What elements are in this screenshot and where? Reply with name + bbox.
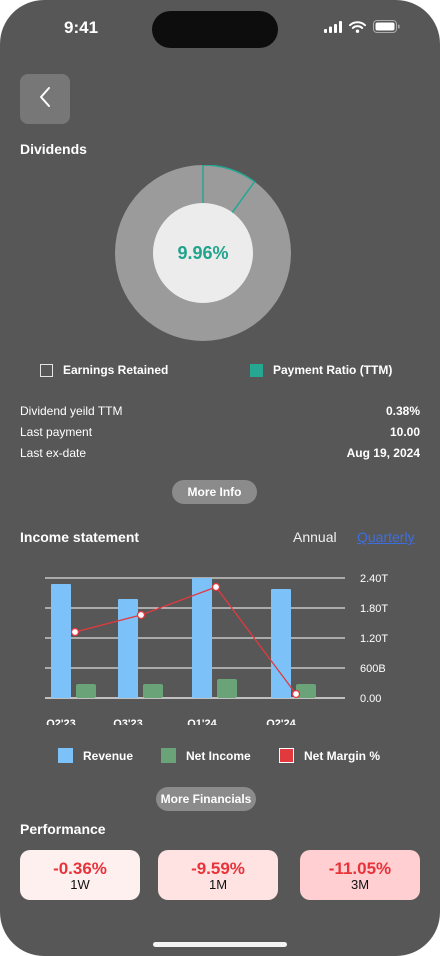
legend-label: Revenue — [83, 748, 134, 763]
net-margin-point — [136, 610, 146, 620]
more-info-button[interactable]: More Info — [172, 480, 257, 504]
chevron-left-icon — [38, 86, 52, 113]
row-label: Dividend yeild TTM — [20, 404, 123, 418]
net-income-bar — [143, 684, 163, 698]
net-margin-swatch — [279, 748, 294, 763]
payment-swatch — [250, 363, 263, 377]
net-income-bar — [76, 684, 96, 698]
income-statement-title: Income statement — [20, 529, 140, 545]
x-tick-label: Q3'23 — [113, 718, 143, 725]
y-tick-label: 600B — [360, 663, 386, 675]
performance-title: Performance — [20, 821, 106, 837]
performance-card-1w[interactable]: -0.36% 1W — [20, 850, 140, 900]
net-income-swatch — [161, 748, 176, 763]
net-income-bar — [217, 679, 237, 698]
revenue-bar — [192, 578, 212, 698]
revenue-bar — [118, 599, 138, 698]
phone-screen: 9:41 Dividends 9.96% Earnings Retained P… — [0, 0, 440, 956]
y-tick-label: 0.00 — [360, 693, 381, 705]
back-button[interactable] — [20, 74, 70, 124]
retained-swatch — [40, 363, 53, 377]
y-tick-label: 2.40T — [360, 573, 388, 585]
status-icons — [324, 20, 400, 38]
performance-card-1m[interactable]: -9.59% 1M — [158, 850, 278, 900]
net-margin-line — [74, 586, 297, 695]
legend-net-income: Net Income — [161, 748, 251, 763]
dividend-donut-chart: 9.96% — [115, 164, 291, 341]
signal-icon — [324, 20, 342, 38]
performance-period: 1M — [208, 876, 228, 892]
x-tick-label: Q1'24 — [187, 718, 217, 725]
legend-earnings-retained: Earnings Retained — [40, 363, 168, 377]
net-margin-point — [291, 689, 301, 699]
performance-period: 3M — [350, 876, 370, 892]
net-margin-point — [211, 582, 221, 592]
more-financials-button[interactable]: More Financials — [156, 787, 256, 811]
row-label: Last ex-date — [20, 446, 87, 460]
last-payment-row: Last payment 10.00 — [20, 425, 420, 439]
y-tick-label: 1.20T — [360, 633, 388, 645]
x-tick-label: Q2'23 — [46, 718, 76, 725]
performance-card-3m[interactable]: -11.05% 3M — [300, 850, 420, 900]
last-ex-date-row: Last ex-date Aug 19, 2024 — [20, 446, 420, 460]
revenue-bar — [51, 584, 71, 698]
performance-change: -0.36% — [53, 858, 107, 878]
wifi-icon — [349, 20, 366, 38]
performance-change: -11.05% — [328, 858, 392, 878]
dynamic-island — [152, 11, 278, 48]
revenue-swatch — [58, 748, 73, 763]
legend-label: Net Margin % — [304, 748, 381, 763]
tab-annual[interactable]: Annual — [293, 529, 337, 545]
legend-label: Net Income — [186, 748, 251, 763]
income-chart: 2.40T 1.80T 1.20T 600B 0.00 Q2'23 Q3'23 Q1'24 Q2… — [45, 573, 388, 725]
legend-payment-ratio: Payment Ratio (TTM) — [250, 363, 392, 377]
legend-label: Payment Ratio (TTM) — [273, 363, 393, 377]
revenue-bar — [271, 589, 291, 698]
legend-net-margin: Net Margin % — [279, 748, 380, 763]
x-tick-label: Q2'24 — [266, 718, 296, 725]
legend-revenue: Revenue — [58, 748, 133, 763]
dividends-title: Dividends — [20, 141, 87, 157]
y-tick-label: 1.80T — [360, 603, 388, 615]
net-margin-point — [70, 627, 80, 637]
home-indicator[interactable] — [153, 942, 287, 947]
row-value: 10.00 — [389, 425, 420, 439]
payout-ratio-value: 9.96% — [153, 203, 253, 303]
battery-icon — [373, 20, 400, 38]
status-time: 9:41 — [64, 18, 99, 37]
dividend-yield-row: Dividend yeild TTM 0.38% — [20, 404, 420, 418]
row-value: Aug 19, 2024 — [346, 446, 420, 460]
performance-change: -9.59% — [191, 858, 245, 878]
legend-label: Earnings Retained — [63, 363, 169, 377]
performance-period: 1W — [70, 876, 90, 892]
row-value: 0.38% — [385, 404, 420, 418]
row-label: Last payment — [20, 425, 93, 439]
tab-quarterly[interactable]: Quarterly — [357, 529, 415, 545]
